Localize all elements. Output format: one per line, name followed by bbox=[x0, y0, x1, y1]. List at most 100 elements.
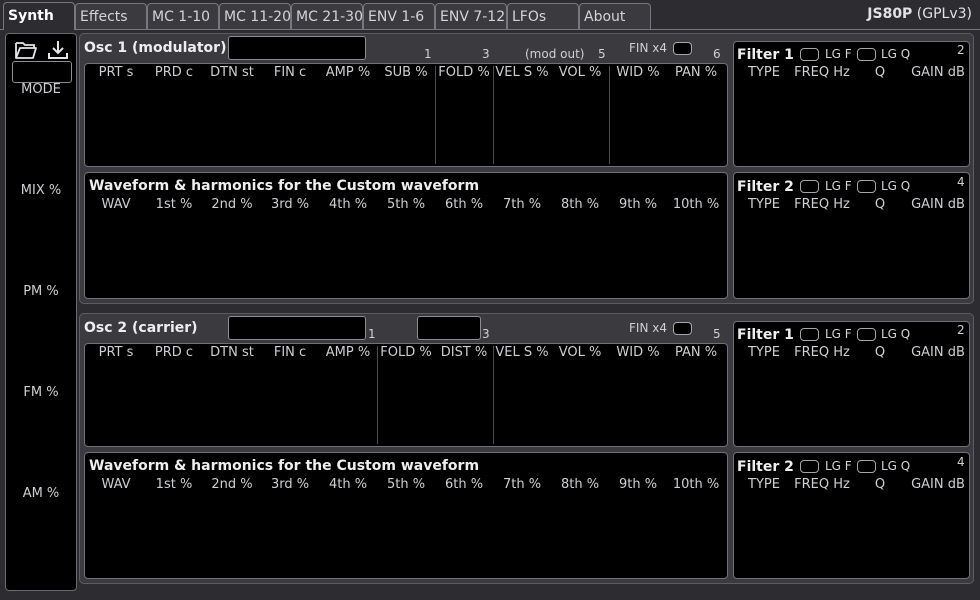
osc1-wave-hdr-8: 8th % bbox=[560, 197, 600, 212]
osc1-f1-hdr-gain: GAIN dB bbox=[911, 65, 965, 80]
osc2-wave-hdr-1: 1st % bbox=[155, 477, 193, 492]
osc2-filter2-title: Filter 2 bbox=[737, 459, 794, 475]
osc1-filter2-title: Filter 2 bbox=[737, 179, 794, 195]
osc2-wave-hdr-10: 10th % bbox=[672, 477, 720, 492]
download-icon[interactable] bbox=[46, 39, 70, 61]
osc2-f2-hdr-freq: FREQ Hz bbox=[794, 477, 850, 492]
osc1-hdr-prt: PRT s bbox=[98, 65, 134, 80]
osc1-wave-hdr-1: 1st % bbox=[155, 197, 193, 212]
osc1-fin-x4-toggle[interactable] bbox=[673, 42, 692, 55]
osc1-f2-hdr-gain: GAIN dB bbox=[911, 197, 965, 212]
mode-label: MODE bbox=[21, 82, 61, 97]
osc2-hdr-dtn: DTN st bbox=[210, 345, 254, 360]
folder-open-icon[interactable] bbox=[14, 39, 38, 61]
osc1-f2-hdr-freq: FREQ Hz bbox=[794, 197, 850, 212]
tab-effects[interactable]: Effects bbox=[75, 3, 147, 29]
osc2-filter2-lgq-toggle[interactable] bbox=[857, 460, 876, 473]
tab-synth[interactable]: Synth bbox=[3, 2, 75, 30]
mix-label: MIX % bbox=[20, 183, 62, 198]
osc1-wave-hdr-3: 3rd % bbox=[270, 197, 310, 212]
osc1-wave-hdr-5: 5th % bbox=[386, 197, 426, 212]
osc2-hdr-pan: PAN % bbox=[674, 345, 718, 360]
osc2-mark-1: 1 bbox=[368, 327, 376, 341]
osc1-f1-hdr-q: Q bbox=[874, 65, 886, 80]
osc1-filter1-lgf-toggle[interactable] bbox=[800, 48, 819, 61]
osc1-hdr-pan: PAN % bbox=[674, 65, 718, 80]
osc1-mark-6: 6 bbox=[713, 47, 721, 61]
osc2-fin-x4-toggle[interactable] bbox=[673, 322, 692, 335]
osc2-hdr-vol: VOL % bbox=[558, 345, 602, 360]
osc1-hdr-vol: VOL % bbox=[558, 65, 602, 80]
osc1-filter1-lgf-label: LG F bbox=[825, 47, 852, 61]
osc2-hdr-vel: VEL S % bbox=[495, 345, 549, 360]
osc1-f1-hdr-type: TYPE bbox=[748, 65, 780, 80]
tab-mc-1-10[interactable]: MC 1-10 bbox=[147, 3, 219, 29]
osc2-filter1-num: 2 bbox=[957, 323, 965, 337]
osc1-filter2-num: 4 bbox=[957, 175, 965, 189]
osc2-mark-5: 5 bbox=[713, 327, 721, 341]
osc2-f1-hdr-freq: FREQ Hz bbox=[794, 345, 850, 360]
osc1-mark-1: 1 bbox=[424, 47, 432, 61]
osc1-filter1-lgq-toggle[interactable] bbox=[857, 48, 876, 61]
brand-name: JS80P bbox=[867, 6, 913, 22]
osc1-hdr-wid: WID % bbox=[616, 65, 660, 80]
osc2-filter1-lgq-toggle[interactable] bbox=[857, 328, 876, 341]
osc1-hdr-vel: VEL S % bbox=[495, 65, 549, 80]
osc1-wave-title: Waveform & harmonics for the Custom wave… bbox=[89, 178, 480, 194]
osc1-mark-5: 5 bbox=[598, 47, 606, 61]
osc1-filter2-lgq-toggle[interactable] bbox=[857, 180, 876, 193]
fm-label: FM % bbox=[23, 385, 59, 400]
osc2-filter1-lgf-toggle[interactable] bbox=[800, 328, 819, 341]
osc1-hdr-fin: FIN c bbox=[273, 65, 307, 80]
osc1-hdr-amp: AMP % bbox=[325, 65, 371, 80]
osc2-filter2-lgf-toggle[interactable] bbox=[800, 460, 819, 473]
tab-lfos[interactable]: LFOs bbox=[507, 3, 579, 29]
tab-env-1-6[interactable]: ENV 1-6 bbox=[363, 3, 435, 29]
osc1-wave-hdr-9: 9th % bbox=[618, 197, 658, 212]
tab-mc-21-30[interactable]: MC 21-30 bbox=[291, 3, 363, 29]
pm-label: PM % bbox=[23, 284, 59, 299]
osc1-wave-hdr-10: 10th % bbox=[672, 197, 720, 212]
osc1-title: Osc 1 (modulator) bbox=[84, 40, 227, 56]
osc2-filter1-title: Filter 1 bbox=[737, 327, 794, 343]
osc1-f2-hdr-q: Q bbox=[874, 197, 886, 212]
osc1-wave-hdr-6: 6th % bbox=[444, 197, 484, 212]
osc2-wave-hdr-3: 3rd % bbox=[270, 477, 310, 492]
osc2-f2-hdr-q: Q bbox=[874, 477, 886, 492]
osc2-value-field[interactable] bbox=[417, 316, 481, 340]
osc1-f1-hdr-freq: FREQ Hz bbox=[794, 65, 850, 80]
osc2-hdr-fin: FIN c bbox=[273, 345, 307, 360]
osc1-fin-label: FIN x4 bbox=[629, 41, 667, 55]
osc2-wave-hdr-2: 2nd % bbox=[211, 477, 253, 492]
preset-field[interactable] bbox=[12, 61, 72, 83]
osc2-filter2-num: 4 bbox=[957, 455, 965, 469]
divider bbox=[493, 346, 494, 444]
brand-license: (GPLv3) bbox=[916, 6, 972, 22]
am-label: AM % bbox=[22, 486, 60, 501]
osc1-filter1-num: 2 bbox=[957, 43, 965, 57]
osc1-filter2-lgf-toggle[interactable] bbox=[800, 180, 819, 193]
osc2-name-field[interactable] bbox=[228, 316, 366, 340]
osc2-wave-hdr-5: 5th % bbox=[386, 477, 426, 492]
osc1-filter2-lgq-label: LG Q bbox=[881, 179, 911, 193]
tab-mc-11-20[interactable]: MC 11-20 bbox=[219, 3, 291, 29]
osc1-name-field[interactable] bbox=[228, 36, 366, 60]
osc2-filter1-lgq-label: LG Q bbox=[881, 327, 911, 341]
tab-about[interactable]: About bbox=[579, 3, 651, 29]
tab-env-7-12[interactable]: ENV 7-12 bbox=[435, 3, 507, 29]
osc2-filter2-lgq-label: LG Q bbox=[881, 459, 911, 473]
sidebar: MODE MIX % PM % FM % AM % bbox=[5, 33, 77, 591]
osc1-filter2-lgf-label: LG F bbox=[825, 179, 852, 193]
osc1-hdr-prd: PRD c bbox=[154, 65, 194, 80]
osc2-wave-hdr-9: 9th % bbox=[618, 477, 658, 492]
osc2-f1-hdr-q: Q bbox=[874, 345, 886, 360]
osc1-wave-hdr-4: 4th % bbox=[328, 197, 368, 212]
osc1-mod-out: (mod out) bbox=[525, 47, 585, 61]
osc2-f2-hdr-gain: GAIN dB bbox=[911, 477, 965, 492]
osc2-hdr-fold: FOLD % bbox=[380, 345, 432, 360]
divider bbox=[377, 346, 378, 444]
osc2-hdr-dist: DIST % bbox=[440, 345, 488, 360]
osc1-filter1-lgq-label: LG Q bbox=[881, 47, 911, 61]
osc2-filter2-lgf-label: LG F bbox=[825, 459, 852, 473]
osc2-filter1-lgf-label: LG F bbox=[825, 327, 852, 341]
